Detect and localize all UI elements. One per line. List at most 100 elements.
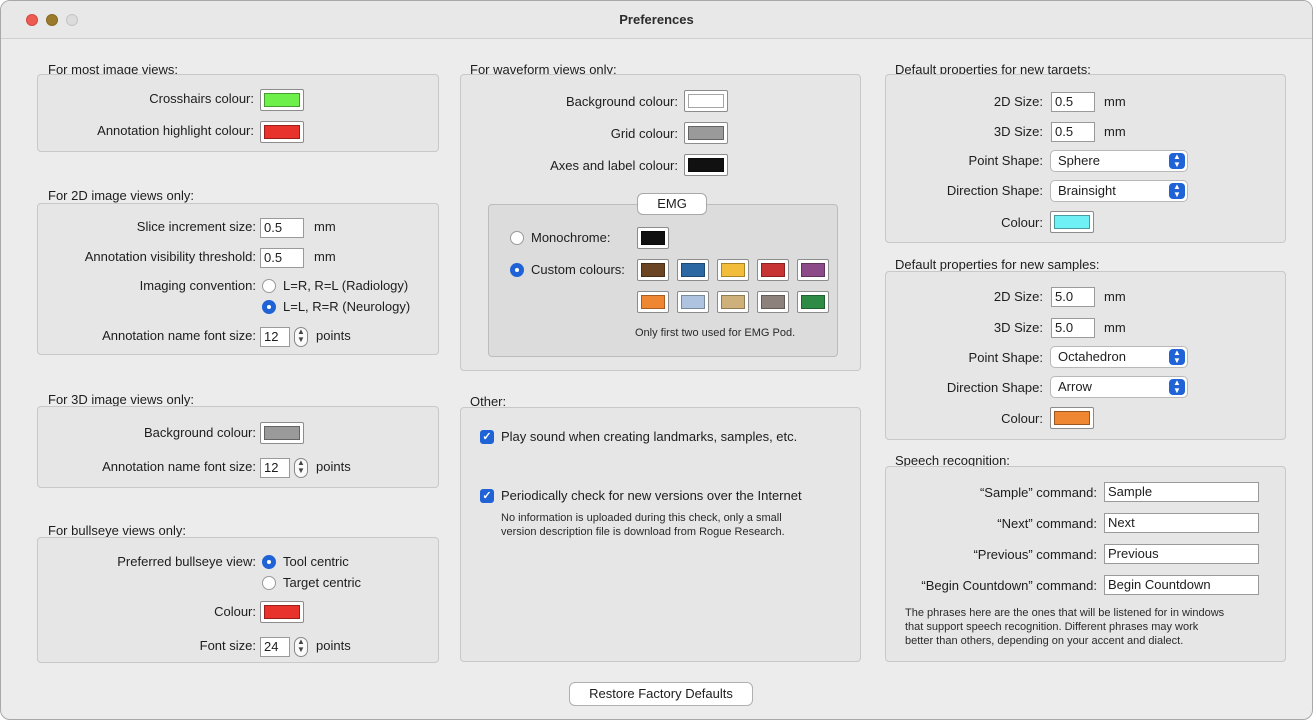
target-point-shape-select[interactable]: Sphere ▲ ▼ bbox=[1050, 150, 1188, 172]
target-colour-label: Colour: bbox=[1001, 215, 1043, 230]
target-3d-size-unit: mm bbox=[1104, 124, 1126, 139]
sample-point-shape-label: Point Shape: bbox=[968, 350, 1043, 365]
previous-command-label: “Previous” command: bbox=[973, 547, 1097, 562]
samples-title: Default properties for new samples: bbox=[895, 257, 1100, 272]
custom-colour-well-8[interactable] bbox=[717, 291, 749, 313]
custom-colour-swatch bbox=[761, 263, 785, 277]
neurology-option-label: L=L, R=R (Neurology) bbox=[283, 299, 411, 314]
view3d-font-size-input[interactable]: 12 bbox=[260, 458, 290, 478]
target-direction-shape-select[interactable]: Brainsight ▲ ▼ bbox=[1050, 180, 1188, 202]
target-2d-size-input[interactable]: 0.5 bbox=[1051, 92, 1095, 112]
grid-colour-swatch bbox=[688, 126, 724, 140]
emg-note: Only first two used for EMG Pod. bbox=[635, 327, 796, 339]
sample-2d-size-label: 2D Size: bbox=[993, 289, 1043, 304]
view3d-font-size-stepper[interactable]: ▲ ▼ bbox=[294, 458, 308, 478]
custom-colour-swatch bbox=[721, 295, 745, 309]
custom-colour-swatch bbox=[681, 263, 705, 277]
tool-centric-label: Tool centric bbox=[283, 554, 349, 569]
view3d-group: Background colour: Annotation name font … bbox=[37, 406, 439, 488]
next-command-input[interactable]: Next bbox=[1104, 513, 1259, 533]
speech-note-2: that support speech recognition. Differe… bbox=[905, 621, 1199, 633]
sample-point-shape-value: Octahedron bbox=[1058, 349, 1126, 364]
target-colour-swatch bbox=[1054, 215, 1090, 229]
play-sound-checkbox[interactable]: ✓ bbox=[480, 430, 494, 444]
custom-colour-well-3[interactable] bbox=[717, 259, 749, 281]
slice-increment-input[interactable]: 0.5 bbox=[260, 218, 304, 238]
annotation-font-size-unit: points bbox=[316, 328, 351, 343]
annotation-highlight-colour-well[interactable] bbox=[260, 121, 304, 143]
sample-colour-swatch bbox=[1054, 411, 1090, 425]
sample-command-input[interactable]: Sample bbox=[1104, 482, 1259, 502]
custom-colours-radio[interactable] bbox=[510, 263, 524, 277]
bullseye-group: Preferred bullseye view: Tool centric Ta… bbox=[37, 537, 439, 663]
target-3d-size-input[interactable]: 0.5 bbox=[1051, 122, 1095, 142]
custom-colour-well-1[interactable] bbox=[637, 259, 669, 281]
crosshairs-colour-swatch bbox=[264, 93, 300, 107]
radiology-radio[interactable] bbox=[262, 279, 276, 293]
radiology-option-label: L=R, R=L (Radiology) bbox=[283, 278, 409, 293]
waveform-background-label: Background colour: bbox=[565, 94, 678, 109]
monochrome-radio[interactable] bbox=[510, 231, 524, 245]
annotation-font-size-stepper[interactable]: ▲ ▼ bbox=[294, 327, 308, 347]
bullseye-font-size-input[interactable]: 24 bbox=[260, 637, 290, 657]
custom-colour-swatch bbox=[641, 295, 665, 309]
sample-colour-well[interactable] bbox=[1050, 407, 1094, 429]
speech-note-1: The phrases here are the ones that will … bbox=[905, 607, 1225, 619]
emg-tab-label: EMG bbox=[637, 193, 707, 215]
target-point-shape-label: Point Shape: bbox=[968, 153, 1043, 168]
sample-2d-size-unit: mm bbox=[1104, 289, 1126, 304]
custom-colour-swatch bbox=[641, 263, 665, 277]
check-updates-note-1: No information is uploaded during this c… bbox=[501, 512, 782, 524]
custom-colour-swatch bbox=[801, 263, 825, 277]
custom-colour-well-10[interactable] bbox=[797, 291, 829, 313]
custom-colour-well-7[interactable] bbox=[677, 291, 709, 313]
custom-colour-well-6[interactable] bbox=[637, 291, 669, 313]
sample-2d-size-input[interactable]: 5.0 bbox=[1051, 287, 1095, 307]
tool-centric-radio[interactable] bbox=[262, 555, 276, 569]
target-2d-size-label: 2D Size: bbox=[993, 94, 1043, 109]
sample-direction-shape-value: Arrow bbox=[1058, 379, 1092, 394]
emg-group: Monochrome: Custom colours: Only first t… bbox=[488, 204, 838, 357]
chevron-updown-icon: ▲ ▼ bbox=[1169, 379, 1185, 395]
custom-colour-well-9[interactable] bbox=[757, 291, 789, 313]
target-centric-radio[interactable] bbox=[262, 576, 276, 590]
chevron-updown-icon: ▲ ▼ bbox=[1169, 153, 1185, 169]
custom-colour-swatch bbox=[681, 295, 705, 309]
sample-point-shape-select[interactable]: Octahedron ▲ ▼ bbox=[1050, 346, 1188, 368]
bullseye-colour-label: Colour: bbox=[214, 604, 256, 619]
view3d-background-swatch bbox=[264, 426, 300, 440]
target-direction-shape-label: Direction Shape: bbox=[946, 183, 1043, 198]
target-centric-label: Target centric bbox=[283, 575, 362, 590]
neurology-radio[interactable] bbox=[262, 300, 276, 314]
window-title: Preferences bbox=[619, 12, 694, 27]
bullseye-colour-well[interactable] bbox=[260, 601, 304, 623]
countdown-command-input[interactable]: Begin Countdown bbox=[1104, 575, 1259, 595]
waveform-background-colour-well[interactable] bbox=[684, 90, 728, 112]
crosshairs-colour-well[interactable] bbox=[260, 89, 304, 111]
custom-colour-well-5[interactable] bbox=[797, 259, 829, 281]
target-colour-well[interactable] bbox=[1050, 211, 1094, 233]
view3d-font-size-unit: points bbox=[316, 459, 351, 474]
samples-group: 2D Size: 5.0 mm 3D Size: 5.0 mm Point Sh… bbox=[885, 271, 1286, 440]
check-updates-checkbox[interactable]: ✓ bbox=[480, 489, 494, 503]
bullseye-font-size-stepper[interactable]: ▲ ▼ bbox=[294, 637, 308, 657]
targets-group: 2D Size: 0.5 mm 3D Size: 0.5 mm Point Sh… bbox=[885, 74, 1286, 243]
annotation-font-size-label: Annotation name font size: bbox=[102, 328, 256, 343]
previous-command-input[interactable]: Previous bbox=[1104, 544, 1259, 564]
speech-group: “Sample” command: Sample “Next” command:… bbox=[885, 466, 1286, 662]
restore-factory-defaults-button[interactable]: Restore Factory Defaults bbox=[569, 682, 753, 706]
view3d-title: For 3D image views only: bbox=[48, 392, 194, 407]
annotation-font-size-input[interactable]: 12 bbox=[260, 327, 290, 347]
view3d-background-colour-well[interactable] bbox=[260, 422, 304, 444]
monochrome-label: Monochrome: bbox=[531, 230, 611, 245]
axes-label-colour-well[interactable] bbox=[684, 154, 728, 176]
waveform-group: Background colour: Grid colour: Axes and… bbox=[460, 74, 861, 371]
visibility-threshold-input[interactable]: 0.5 bbox=[260, 248, 304, 268]
view3d-background-label: Background colour: bbox=[143, 425, 256, 440]
custom-colour-well-2[interactable] bbox=[677, 259, 709, 281]
monochrome-colour-well[interactable] bbox=[637, 227, 669, 249]
sample-direction-shape-select[interactable]: Arrow ▲ ▼ bbox=[1050, 376, 1188, 398]
custom-colour-well-4[interactable] bbox=[757, 259, 789, 281]
grid-colour-well[interactable] bbox=[684, 122, 728, 144]
sample-3d-size-input[interactable]: 5.0 bbox=[1051, 318, 1095, 338]
